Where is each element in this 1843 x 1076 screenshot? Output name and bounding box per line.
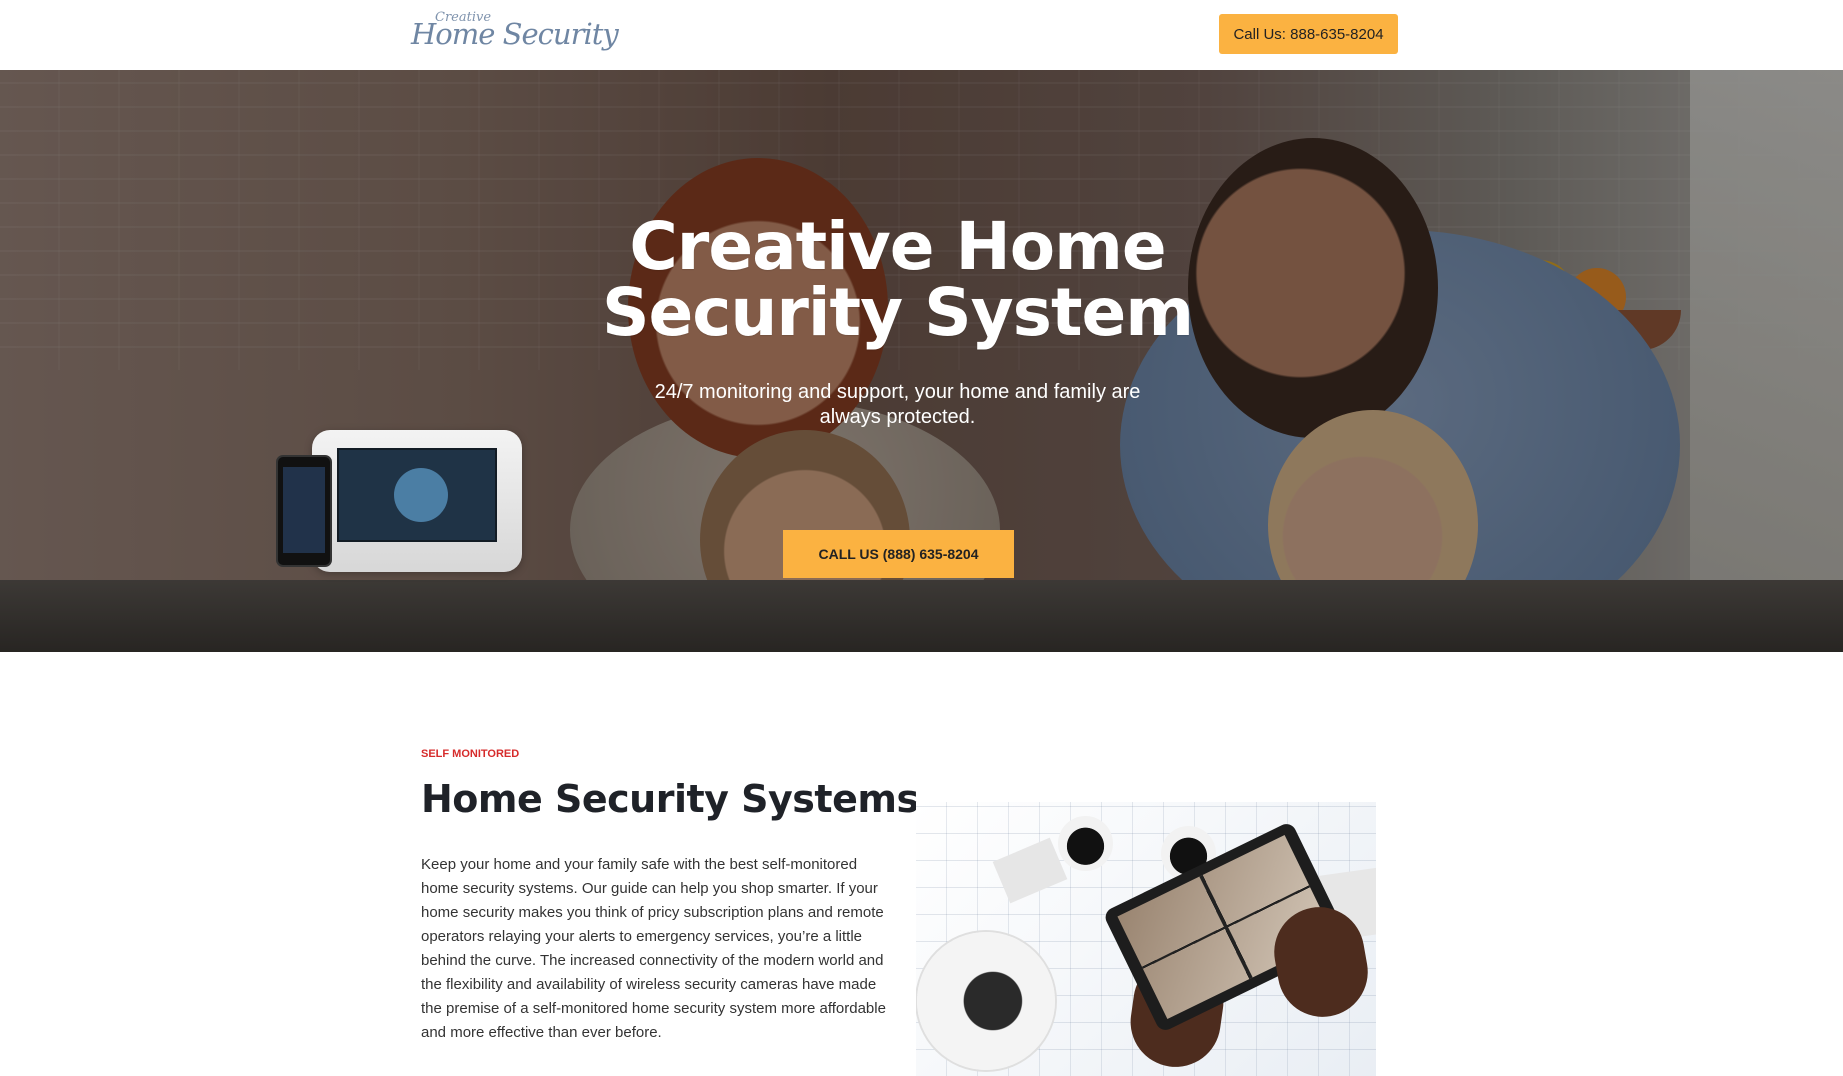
camera-icon (1058, 816, 1113, 871)
security-panel-image (312, 430, 522, 572)
hero-content: Creative Home Security System 24/7 monit… (580, 214, 1215, 430)
hero-title: Creative Home Security System (601, 208, 1194, 351)
phone-screen (283, 467, 325, 553)
section-paragraph: Keep your home and your family safe with… (421, 856, 886, 1041)
header-call-button[interactable]: Call Us: 888-635-8204 (1219, 14, 1398, 54)
hero-section: Creative Home Security System 24/7 monit… (0, 70, 1843, 652)
security-dial-icon (394, 468, 448, 522)
site-logo[interactable]: Creative Home Security (411, 8, 619, 58)
section-eyebrow: SELF MONITORED (421, 748, 520, 760)
hero-call-button[interactable]: CALL US (888) 635-8204 (783, 530, 1014, 578)
section-title: Home Security Systems (421, 777, 919, 821)
phone-image (276, 455, 332, 567)
security-equipment-image (916, 802, 1376, 1076)
logo-main-text: Home Security (411, 17, 619, 51)
hero-subtitle: 24/7 monitoring and support, your home a… (654, 381, 1141, 428)
site-header: Creative Home Security Call Us: 888-635-… (0, 0, 1843, 70)
security-panel-screen (337, 448, 497, 542)
dome-camera-image (917, 932, 1055, 1070)
